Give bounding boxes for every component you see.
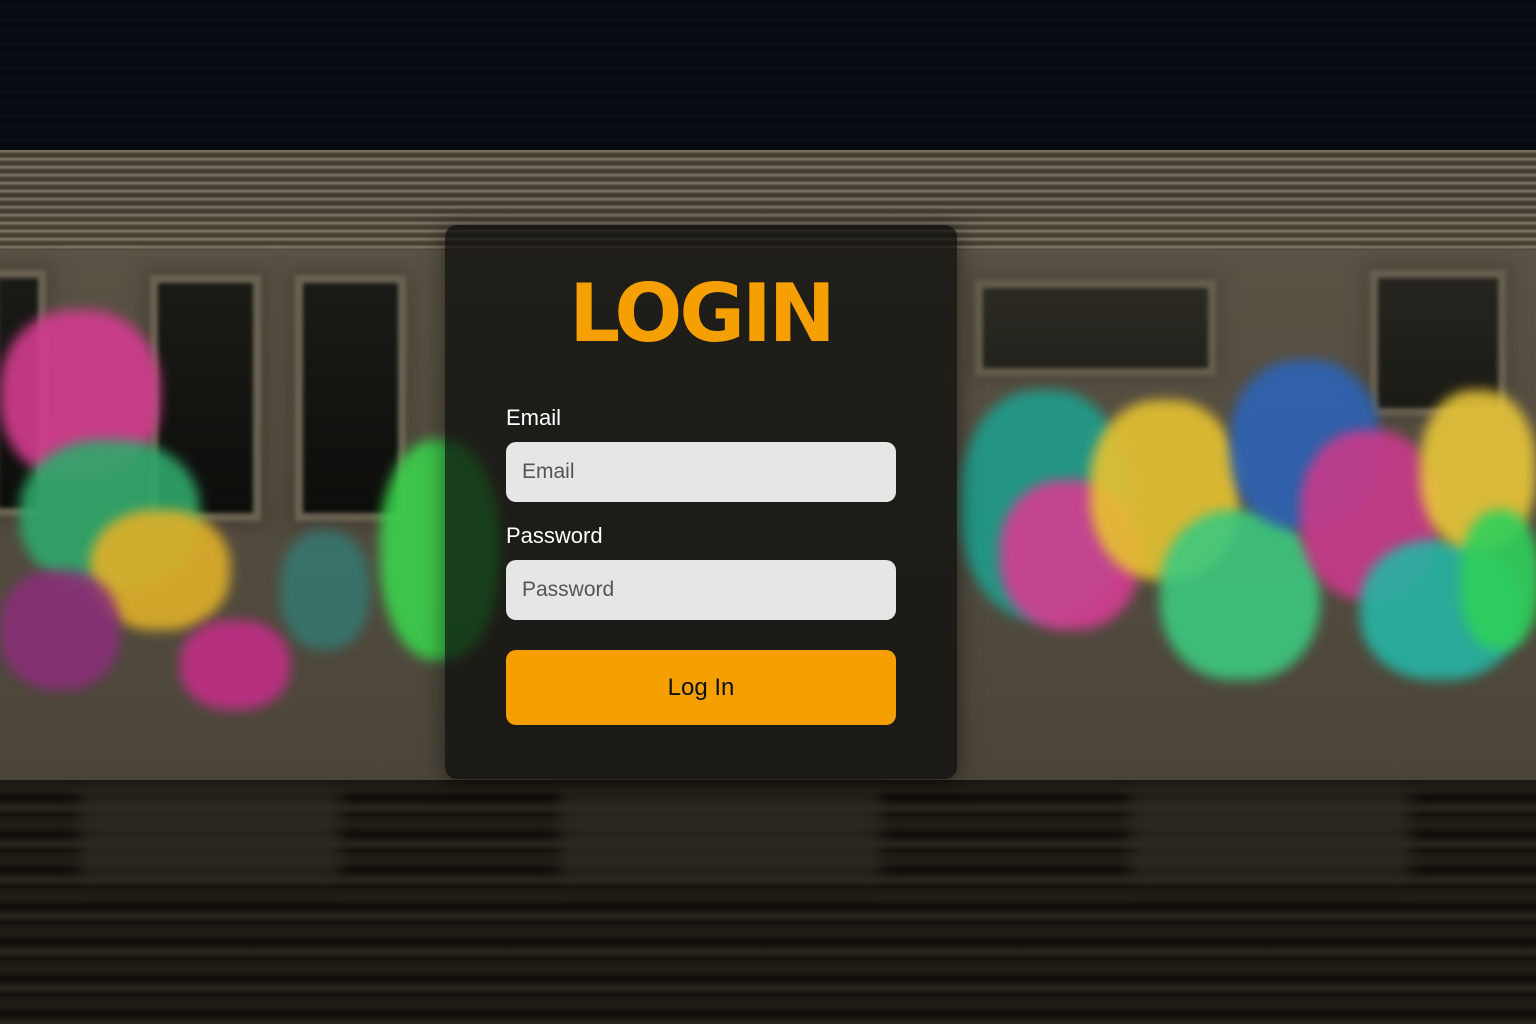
graffiti-shape <box>280 530 370 650</box>
login-button[interactable]: Log In <box>506 650 896 725</box>
track-shadow <box>1130 790 1410 880</box>
train-window <box>975 280 1216 376</box>
password-label: Password <box>506 523 603 548</box>
night-sky <box>0 0 1536 150</box>
graffiti-shape <box>0 570 120 690</box>
graffiti-shape <box>1160 510 1320 680</box>
graffiti-shape <box>1460 510 1536 650</box>
password-input[interactable] <box>506 560 896 620</box>
login-title: LOGIN <box>569 267 836 360</box>
email-input[interactable] <box>506 442 896 502</box>
track-shadow <box>80 790 340 880</box>
email-label: Email <box>506 405 562 430</box>
graffiti-shape <box>180 620 290 710</box>
track-shadow <box>560 790 880 880</box>
login-title-wrap: LOGIN <box>445 268 957 360</box>
